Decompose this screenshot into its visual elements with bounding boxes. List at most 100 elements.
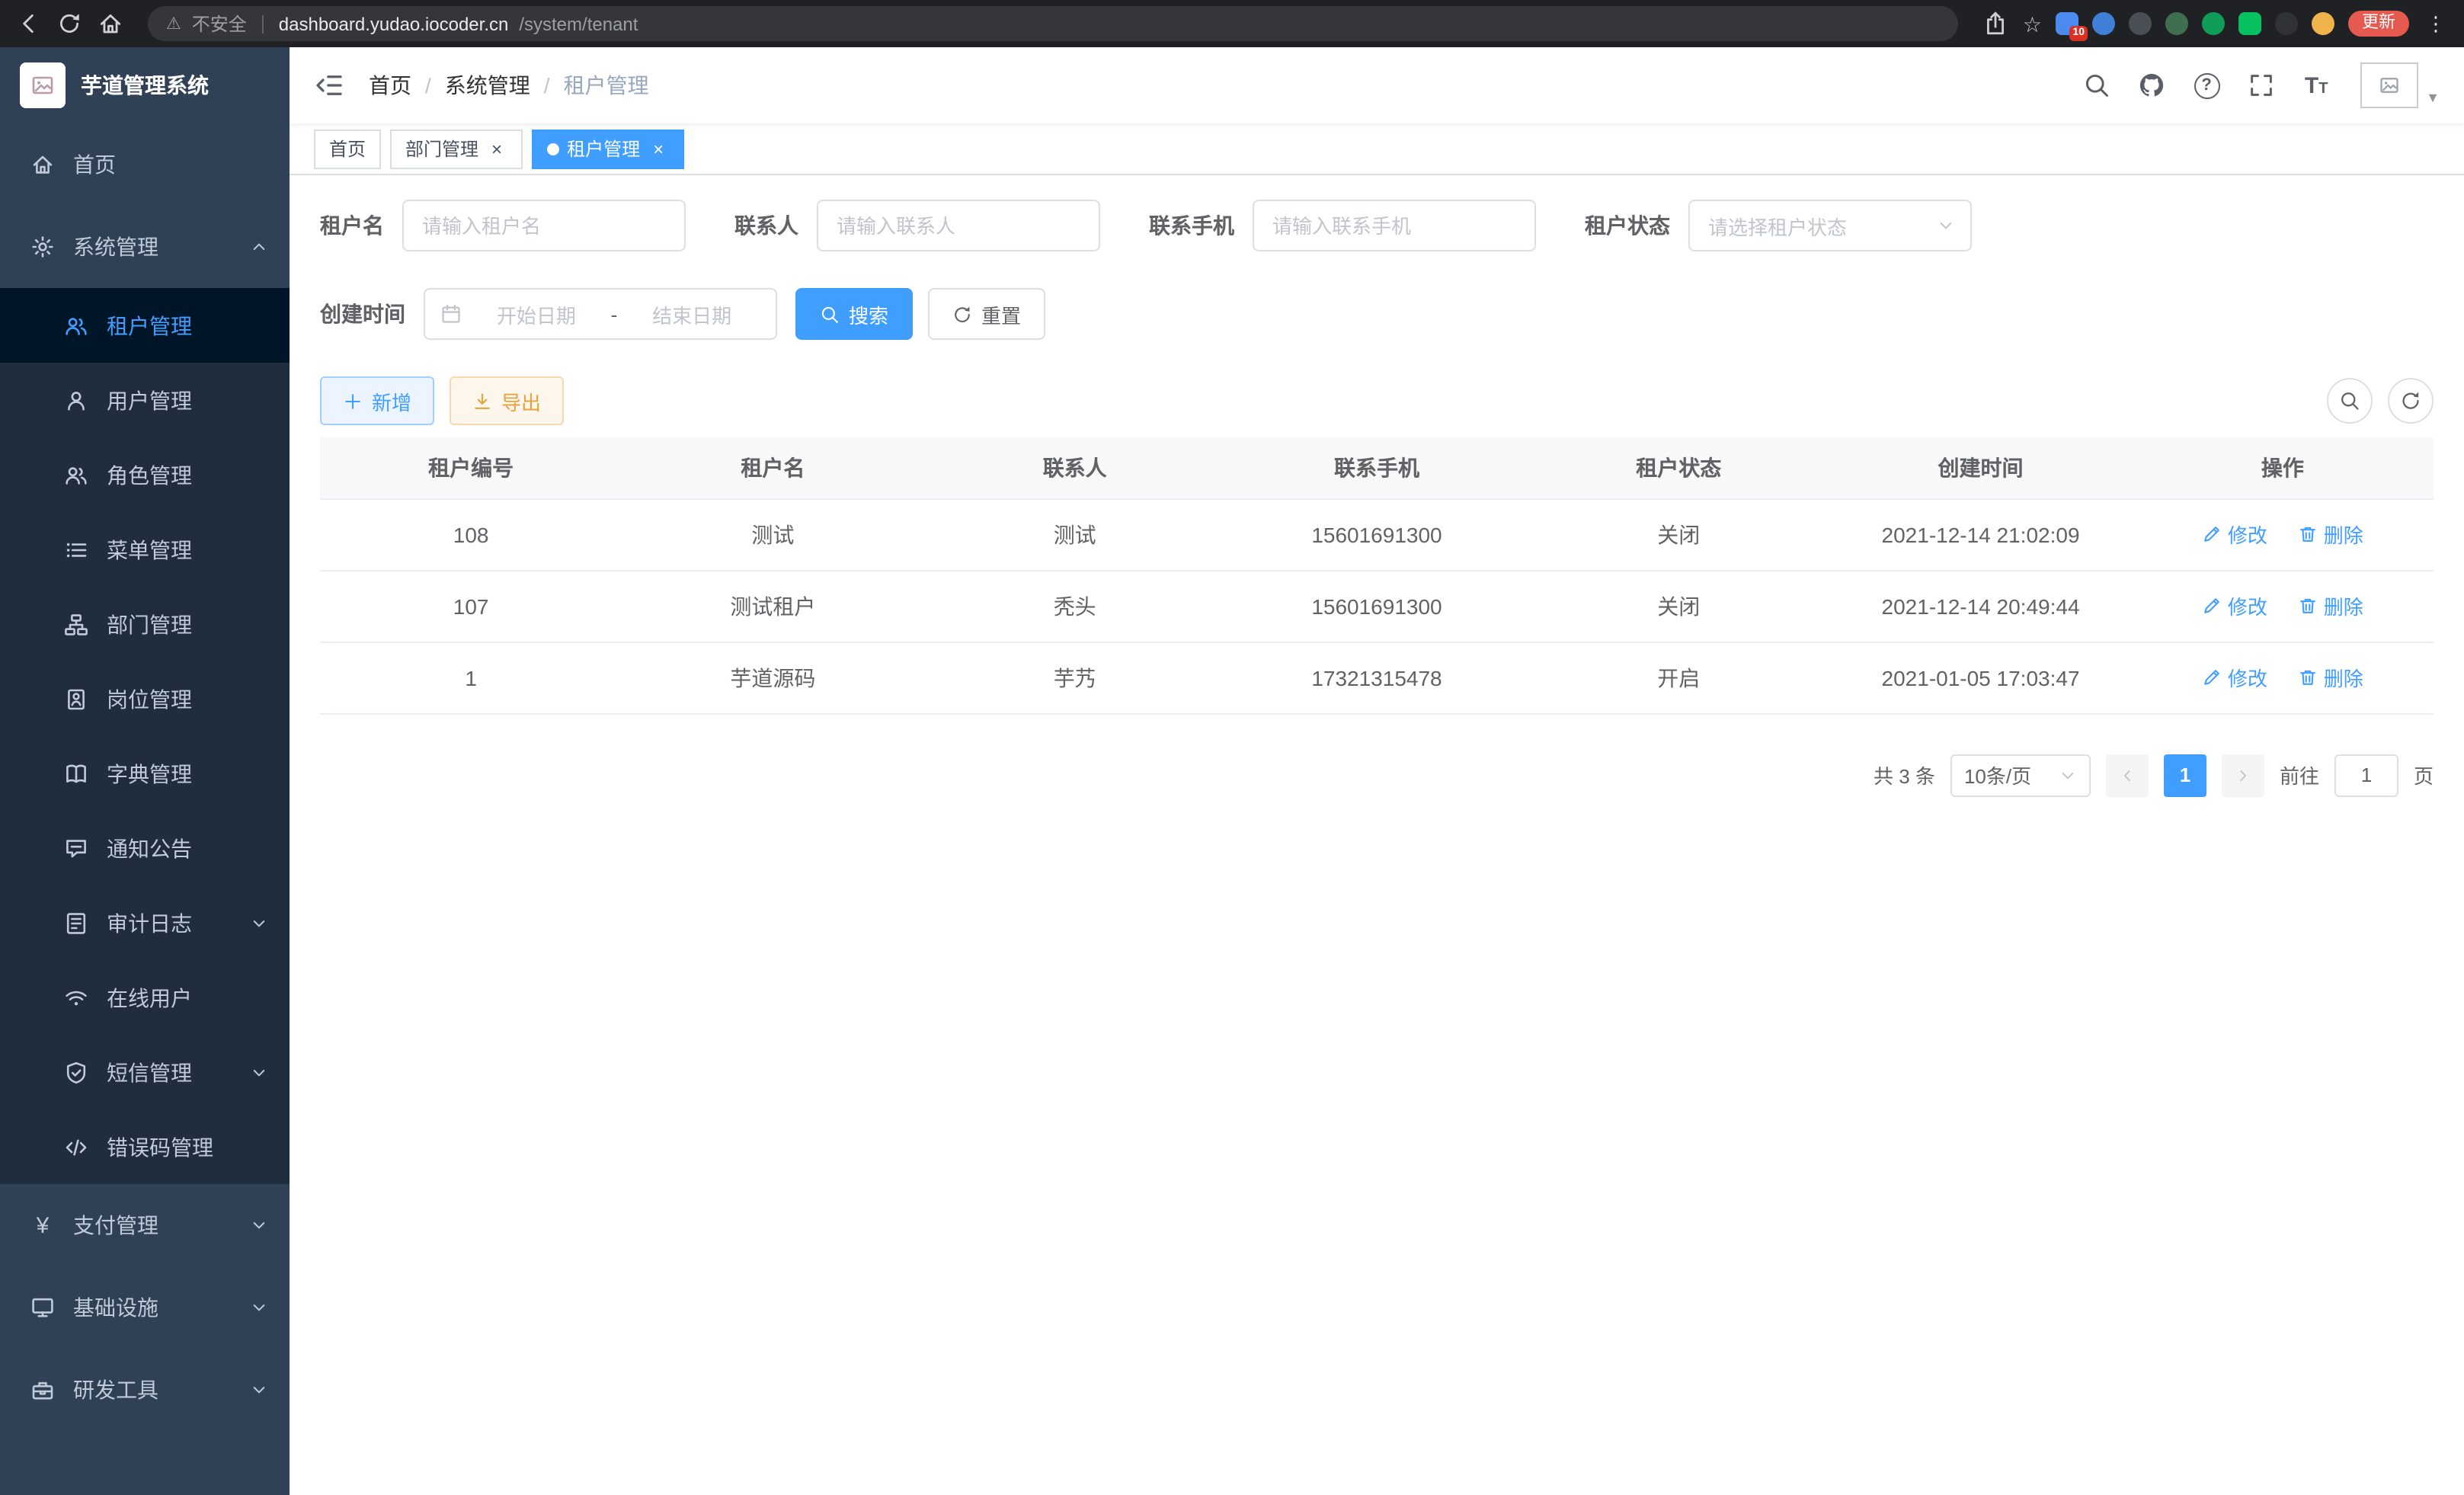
sidebar-item-dept[interactable]: 部门管理 bbox=[0, 587, 290, 661]
app-frame: 芋道管理系统 首页 系统管理 租户管理 用户管理 bbox=[0, 47, 2464, 1495]
sidebar-item-online-user[interactable]: 在线用户 bbox=[0, 960, 290, 1035]
create-time-range-picker[interactable]: 开始日期 - 结束日期 bbox=[424, 288, 777, 340]
delete-button[interactable]: 删除 bbox=[2298, 591, 2363, 620]
search-button[interactable]: 搜索 bbox=[795, 288, 913, 340]
cell-tenant-name: 测试 bbox=[622, 498, 923, 570]
goto-page-input[interactable] bbox=[2334, 754, 2398, 796]
search-icon bbox=[820, 304, 840, 324]
edit-button[interactable]: 修改 bbox=[2202, 520, 2267, 549]
edit-label: 修改 bbox=[2228, 591, 2267, 620]
github-button[interactable] bbox=[2129, 62, 2174, 108]
page-size-select[interactable]: 10条/页 bbox=[1950, 754, 2091, 796]
tag-dept[interactable]: 部门管理 × bbox=[390, 129, 523, 168]
export-button[interactable]: 导出 bbox=[450, 376, 564, 425]
cell-tenant-id: 108 bbox=[320, 498, 622, 570]
sidebar-item-home[interactable]: 首页 bbox=[0, 123, 290, 206]
share-icon[interactable] bbox=[1983, 11, 2009, 37]
extension-icon[interactable] bbox=[2202, 12, 2225, 35]
tenant-status-select[interactable]: 请选择租户状态 bbox=[1688, 200, 1972, 251]
sidebar-group-devtools[interactable]: 研发工具 bbox=[0, 1349, 290, 1431]
filter-create-time: 创建时间 开始日期 - 结束日期 bbox=[320, 288, 777, 340]
address-bar[interactable]: ⚠ 不安全 dashboard.yudao.iocoder.cn/system/… bbox=[148, 6, 1959, 41]
extension-icon[interactable] bbox=[2092, 12, 2115, 35]
profile-avatar[interactable] bbox=[2312, 12, 2334, 35]
fullscreen-icon bbox=[2248, 72, 2275, 99]
sidebar-group-infra[interactable]: 基础设施 bbox=[0, 1266, 290, 1349]
bookmark-star-icon[interactable]: ☆ bbox=[2023, 13, 2042, 34]
tenant-name-input[interactable] bbox=[402, 200, 686, 251]
sidebar-group-audit-log[interactable]: 审计日志 bbox=[0, 885, 290, 960]
breadcrumb-home[interactable]: 首页 bbox=[369, 70, 411, 101]
search-button-label: 搜索 bbox=[849, 299, 888, 328]
sidebar-item-notice[interactable]: 通知公告 bbox=[0, 811, 290, 885]
top-navbar: 首页 / 系统管理 / 租户管理 ? TT bbox=[290, 47, 2464, 123]
sidebar-item-error-code[interactable]: 错误码管理 bbox=[0, 1109, 290, 1184]
tag-label: 租户管理 bbox=[567, 136, 640, 162]
home-icon[interactable] bbox=[98, 11, 123, 37]
browser-menu-icon[interactable]: ⋮ bbox=[2423, 11, 2449, 36]
reset-button[interactable]: 重置 bbox=[928, 288, 1045, 340]
extension-icon[interactable] bbox=[2275, 12, 2298, 35]
delete-label: 删除 bbox=[2324, 663, 2363, 692]
edit-button[interactable]: 修改 bbox=[2202, 663, 2267, 692]
id-badge-icon bbox=[64, 687, 88, 711]
sidebar-item-menu[interactable]: 菜单管理 bbox=[0, 512, 290, 587]
navbar-tools: ? TT ▼ bbox=[2074, 62, 2440, 108]
breadcrumb-system[interactable]: 系统管理 bbox=[445, 70, 530, 101]
sidebar-group-sms[interactable]: 短信管理 bbox=[0, 1035, 290, 1109]
sidebar-group-payment[interactable]: ¥ 支付管理 bbox=[0, 1184, 290, 1266]
sidebar-item-user[interactable]: 用户管理 bbox=[0, 363, 290, 437]
browser-update-button[interactable]: 更新 bbox=[2348, 11, 2409, 37]
chevron-down-icon bbox=[250, 914, 268, 932]
user-menu[interactable]: ▼ bbox=[2360, 62, 2440, 108]
table-row: 108 测试 测试 15601691300 关闭 2021-12-14 21:0… bbox=[320, 498, 2434, 570]
security-label[interactable]: 不安全 bbox=[192, 11, 247, 37]
tag-tenant[interactable]: 租户管理 × bbox=[532, 129, 684, 168]
extension-icon[interactable] bbox=[2165, 12, 2188, 35]
delete-button[interactable]: 删除 bbox=[2298, 520, 2363, 549]
font-size-button[interactable]: TT bbox=[2293, 62, 2339, 108]
sidebar-item-tenant[interactable]: 租户管理 bbox=[0, 288, 290, 363]
cell-actions: 修改 删除 bbox=[2132, 570, 2434, 642]
close-icon[interactable]: × bbox=[486, 138, 507, 159]
add-button[interactable]: 新增 bbox=[320, 376, 434, 425]
tag-home[interactable]: 首页 bbox=[314, 129, 381, 168]
sidebar-item-post[interactable]: 岗位管理 bbox=[0, 661, 290, 736]
sidebar-collapse-icon[interactable] bbox=[314, 70, 344, 101]
logo-rabbit-icon bbox=[30, 73, 55, 98]
reload-icon[interactable] bbox=[56, 11, 82, 37]
header-search-button[interactable] bbox=[2074, 62, 2120, 108]
sidebar-item-dict[interactable]: 字典管理 bbox=[0, 736, 290, 811]
cell-contact: 芋艿 bbox=[924, 642, 1226, 713]
sidebar-group-system[interactable]: 系统管理 bbox=[0, 206, 290, 288]
col-actions: 操作 bbox=[2132, 437, 2434, 498]
refresh-table-button[interactable] bbox=[2388, 378, 2434, 424]
extension-icon[interactable]: 10 bbox=[2056, 12, 2078, 35]
prev-page-button[interactable] bbox=[2106, 754, 2149, 796]
filter-contact: 联系人 bbox=[734, 200, 1100, 251]
toggle-search-button[interactable] bbox=[2327, 378, 2373, 424]
fullscreen-button[interactable] bbox=[2238, 62, 2284, 108]
sidebar-item-label: 菜单管理 bbox=[107, 534, 268, 565]
extension-icon[interactable] bbox=[2129, 12, 2152, 35]
app-logo[interactable]: 芋道管理系统 bbox=[0, 47, 290, 123]
phone-input[interactable] bbox=[1253, 200, 1536, 251]
close-icon[interactable]: × bbox=[648, 138, 669, 159]
phone-label: 联系手机 bbox=[1149, 210, 1234, 241]
sidebar-item-label: 短信管理 bbox=[107, 1057, 232, 1087]
current-page-button[interactable]: 1 bbox=[2164, 754, 2206, 796]
next-page-button[interactable] bbox=[2222, 754, 2264, 796]
delete-button[interactable]: 删除 bbox=[2298, 663, 2363, 692]
avatar bbox=[2360, 62, 2418, 108]
help-button[interactable]: ? bbox=[2184, 62, 2229, 108]
sidebar-item-role[interactable]: 角色管理 bbox=[0, 437, 290, 512]
wifi-icon bbox=[64, 985, 88, 1010]
create-time-label: 创建时间 bbox=[320, 299, 405, 329]
edit-icon bbox=[2202, 524, 2222, 544]
shield-icon bbox=[64, 1060, 88, 1084]
extension-icon[interactable] bbox=[2238, 12, 2261, 35]
contact-input[interactable] bbox=[817, 200, 1100, 251]
breadcrumb-separator: / bbox=[425, 73, 431, 98]
back-icon[interactable] bbox=[15, 11, 41, 37]
edit-button[interactable]: 修改 bbox=[2202, 591, 2267, 620]
